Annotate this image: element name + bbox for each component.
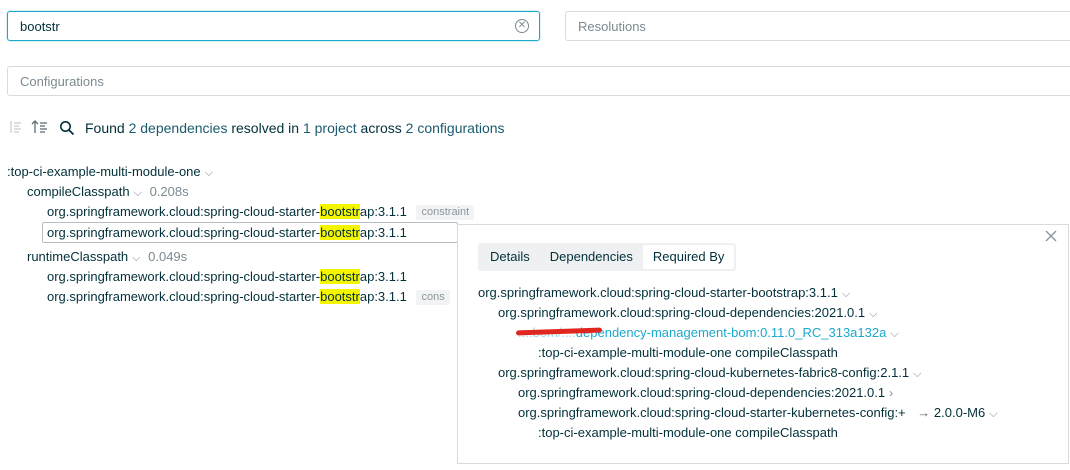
tree-dependency-row[interactable]: org.springframework.cloud:spring-cloud-s… xyxy=(47,268,407,286)
chevron-down-icon[interactable]: ⌵ xyxy=(869,308,877,320)
search-highlight: bootstr xyxy=(320,269,360,284)
required-by-item[interactable]: org.springframework.cloud:spring-cloud-s… xyxy=(518,404,998,422)
tree-dependency-row-selected[interactable]: org.springframework.cloud:spring-cloud-s… xyxy=(42,222,458,243)
resolutions-input[interactable] xyxy=(578,18,985,34)
tree-project[interactable]: :top-ci-example-multi-module-one ⌵ xyxy=(7,163,213,181)
chevron-down-icon[interactable]: ⌵ xyxy=(890,328,898,340)
close-icon[interactable] xyxy=(1044,229,1058,243)
tree-dependency-row[interactable]: org.springframework.cloud:spring-cloud-s… xyxy=(47,203,475,221)
tree-configuration-runtime[interactable]: runtimeClasspath ⌵ 0.049s xyxy=(27,248,187,266)
dependency-detail-panel: Details Dependencies Required By org.spr… xyxy=(457,224,1069,464)
detail-tabs: Details Dependencies Required By xyxy=(478,243,737,271)
required-by-link[interactable]: dependency-management-bom:0.11.0_RC_313a… xyxy=(576,325,887,340)
search-field[interactable]: ✕ xyxy=(7,11,540,41)
chevron-down-icon[interactable]: ⌵ xyxy=(134,187,142,199)
tab-dependencies[interactable]: Dependencies xyxy=(540,245,643,269)
required-by-root[interactable]: org.springframework.cloud:spring-cloud-s… xyxy=(478,284,850,302)
expand-all-icon[interactable] xyxy=(31,119,49,135)
search-highlight: bootstr xyxy=(320,204,360,219)
required-by-item[interactable]: org.springframework.cloud:spring-cloud-d… xyxy=(498,304,877,322)
tree-configuration-compile[interactable]: compileClasspath ⌵ 0.208s xyxy=(27,183,189,201)
tab-required-by[interactable]: Required By xyxy=(642,245,735,269)
search-icon[interactable] xyxy=(59,120,75,136)
search-highlight: bootstr xyxy=(320,289,360,304)
chevron-down-icon[interactable]: ⌵ xyxy=(913,368,921,380)
arrow-icon: → xyxy=(917,405,931,420)
constraint-badge: constraint xyxy=(416,205,475,220)
required-by-item[interactable]: org.springframework.cloud:spring-cloud-d… xyxy=(518,384,893,402)
required-by-item: :top-ci-example-multi-module-one compile… xyxy=(538,345,838,360)
search-input[interactable] xyxy=(20,18,445,34)
chevron-down-icon[interactable]: ⌵ xyxy=(205,167,213,179)
collapse-all-icon[interactable] xyxy=(9,119,23,135)
configurations-input[interactable] xyxy=(20,73,873,89)
required-by-item: :top-ci-example-multi-module-one compile… xyxy=(538,425,838,440)
tree-dependency-row[interactable]: org.springframework.cloud:spring-cloud-s… xyxy=(47,288,455,306)
chevron-down-icon[interactable]: ⌵ xyxy=(989,408,997,420)
chevron-down-icon[interactable]: ⌵ xyxy=(842,288,850,300)
search-highlight: bootstr xyxy=(320,225,360,240)
clear-icon[interactable]: ✕ xyxy=(515,19,529,33)
resolutions-field[interactable] xyxy=(565,11,1070,41)
configurations-field[interactable] xyxy=(7,66,1070,96)
chevron-right-icon[interactable]: › xyxy=(889,386,893,400)
required-by-item[interactable]: org.springframework.cloud:spring-cloud-k… xyxy=(498,364,922,382)
chevron-down-icon[interactable]: ⌵ xyxy=(132,252,140,264)
constraint-badge: cons xyxy=(416,290,450,305)
summary-text: Found 2 dependencies resolved in 1 proje… xyxy=(85,120,505,136)
tab-details[interactable]: Details xyxy=(480,245,540,269)
